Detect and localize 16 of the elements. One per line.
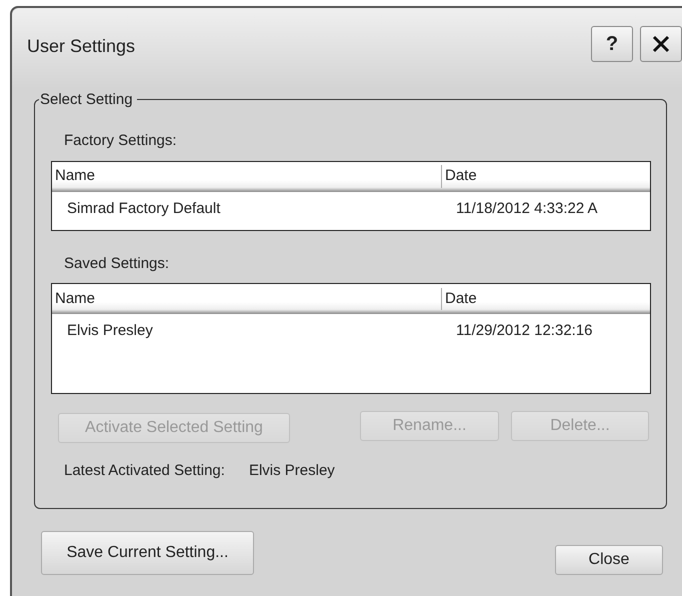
window-title: User Settings xyxy=(27,35,136,58)
help-button[interactable]: ? xyxy=(591,26,633,62)
column-header[interactable]: Name xyxy=(52,288,441,310)
close-dialog-button[interactable]: Close xyxy=(555,545,663,575)
section-label: Factory Settings: xyxy=(64,131,177,151)
section-label: Saved Settings: xyxy=(64,254,170,274)
column-header[interactable]: Date xyxy=(441,165,650,188)
close-icon xyxy=(651,34,671,54)
list-row[interactable]: Elvis Presley 11/29/2012 12:32:16 xyxy=(52,314,650,349)
column-header[interactable]: Name xyxy=(52,165,441,188)
column-header[interactable]: Date xyxy=(441,288,650,310)
close-button[interactable] xyxy=(640,26,682,62)
latest-value: Elvis Presley xyxy=(248,461,335,481)
list-row[interactable]: Simrad Factory Default 11/18/2012 4:33:22 A xyxy=(52,192,650,226)
save-button[interactable]: Save Current Setting... xyxy=(41,531,254,575)
latest-label: Latest Activated Setting: xyxy=(64,461,225,481)
